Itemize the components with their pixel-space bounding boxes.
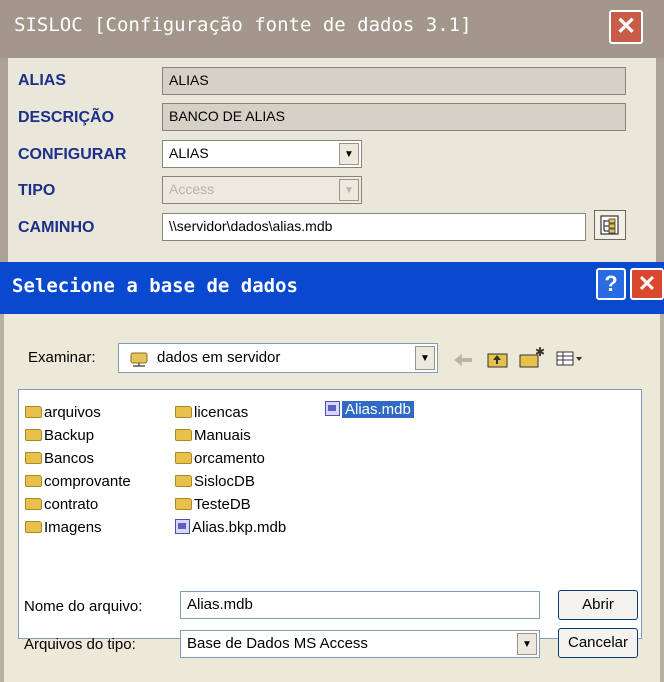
new-folder-icon[interactable]: ✱ (518, 346, 544, 370)
folder-tree-icon (600, 215, 619, 235)
folder-icon (175, 475, 192, 487)
configurar-value: ALIAS (169, 145, 209, 161)
view-menu-icon[interactable] (556, 350, 586, 368)
access-db-icon (325, 401, 340, 416)
alias-field[interactable]: ALIAS (162, 67, 626, 95)
up-folder-icon[interactable] (486, 349, 510, 369)
folder-icon (25, 475, 42, 487)
dialog-title: Selecione a base de dados (12, 275, 298, 297)
descricao-label: DESCRIÇÃO (18, 109, 115, 126)
list-item[interactable]: Backup (25, 426, 94, 446)
chevron-down-icon[interactable]: ▼ (517, 633, 537, 655)
configurar-dropdown[interactable]: ALIAS ▼ (162, 140, 362, 168)
look-in-label: Examinar: (28, 349, 96, 366)
list-item[interactable]: SislocDB (175, 472, 255, 492)
browse-button[interactable] (594, 210, 626, 240)
list-item[interactable]: Bancos (25, 449, 94, 469)
alias-label: ALIAS (18, 72, 66, 89)
list-item[interactable]: comprovante (25, 472, 131, 492)
descricao-field[interactable]: BANCO DE ALIAS (162, 103, 626, 131)
configurar-label: CONFIGURAR (18, 146, 127, 163)
filetype-value: Base de Dados MS Access (187, 635, 368, 652)
configuracao-titlebar[interactable]: SISLOC [Configuração fonte de dados 3.1]… (0, 0, 664, 58)
dialog-titlebar[interactable]: Selecione a base de dados ? ✕ (0, 262, 664, 314)
svg-text:✱: ✱ (535, 346, 544, 359)
filetype-dropdown[interactable]: Base de Dados MS Access ▼ (180, 630, 540, 658)
caminho-label: CAMINHO (18, 219, 95, 236)
configuracao-window: SISLOC [Configuração fonte de dados 3.1]… (0, 0, 664, 262)
file-dialog: Selecione a base de dados ? ✕ Examinar: … (0, 262, 664, 682)
network-drive-icon (130, 352, 148, 367)
close-icon[interactable]: ✕ (630, 268, 664, 300)
list-item[interactable]: licencas (175, 403, 248, 423)
look-in-dropdown[interactable]: dados em servidor ▼ (118, 343, 438, 373)
filetype-label: Arquivos do tipo: (24, 636, 136, 653)
list-item[interactable]: TesteDB (175, 495, 251, 515)
tipo-value: Access (169, 181, 215, 197)
list-item[interactable]: arquivos (25, 403, 101, 423)
folder-icon (175, 498, 192, 510)
chevron-down-icon: ▼ (339, 179, 359, 201)
folder-icon (25, 498, 42, 510)
list-item[interactable]: Alias.bkp.mdb (175, 518, 286, 538)
list-item[interactable]: orcamento (175, 449, 265, 469)
folder-icon (25, 429, 42, 441)
list-item[interactable]: Imagens (25, 518, 102, 538)
list-item[interactable]: Manuais (175, 426, 251, 446)
filename-input[interactable]: Alias.mdb (180, 591, 540, 619)
filename-label: Nome do arquivo: (24, 598, 143, 615)
back-arrow-icon[interactable] (452, 352, 474, 368)
tipo-label: TIPO (18, 182, 56, 199)
folder-icon (175, 406, 192, 418)
open-button[interactable]: Abrir (558, 590, 638, 620)
window-title: SISLOC [Configuração fonte de dados 3.1] (14, 14, 472, 36)
list-item-selected[interactable]: Alias.mdb (325, 400, 414, 420)
tipo-dropdown: Access ▼ (162, 176, 362, 204)
folder-icon (175, 429, 192, 441)
chevron-down-icon[interactable]: ▼ (415, 346, 435, 370)
folder-icon (25, 452, 42, 464)
folder-icon (25, 406, 42, 418)
access-db-icon (175, 519, 190, 534)
folder-icon (25, 521, 42, 533)
folder-icon (175, 452, 192, 464)
caminho-field[interactable]: \\servidor\dados\alias.mdb (162, 213, 586, 241)
look-in-value: dados em servidor (157, 349, 281, 366)
chevron-down-icon[interactable]: ▼ (339, 143, 359, 165)
help-icon[interactable]: ? (596, 268, 626, 300)
cancel-button[interactable]: Cancelar (558, 628, 638, 658)
close-icon[interactable]: ✕ (609, 10, 643, 44)
list-item[interactable]: contrato (25, 495, 98, 515)
